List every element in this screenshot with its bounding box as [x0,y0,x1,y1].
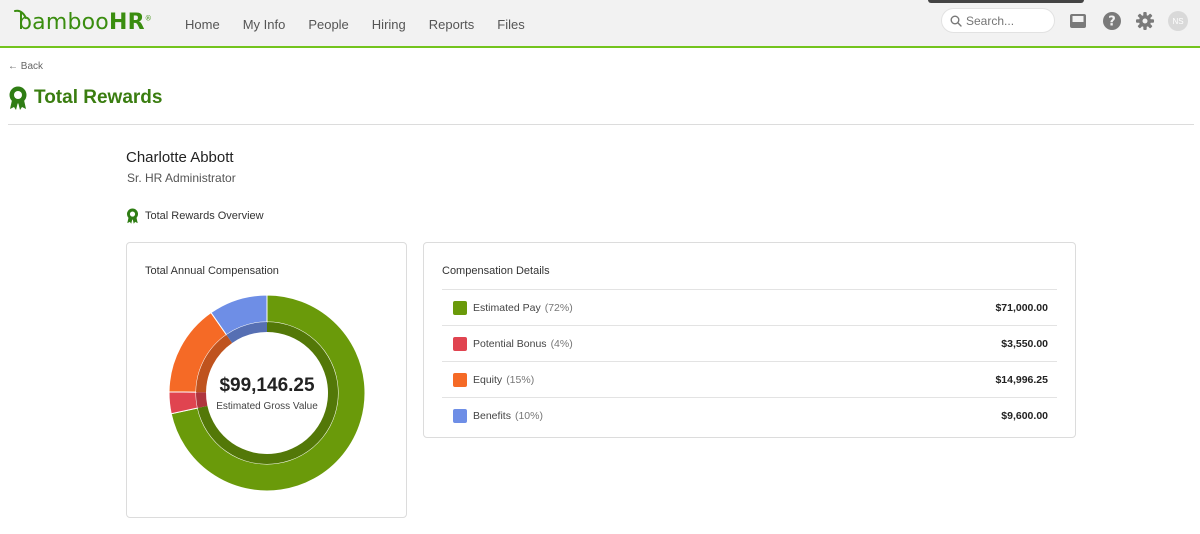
nav-people[interactable]: People [308,17,348,32]
details-list: Estimated Pay (72%) $71,000.00 Potential… [442,289,1057,433]
row-label: Estimated Pay [473,301,541,314]
donut-center: $99,146.25 Estimated Gross Value [167,293,367,493]
header-divider [8,124,1194,125]
gross-value-label: Estimated Gross Value [216,400,318,412]
logo-text: bambooHR® [18,10,152,35]
row-amount: $3,550.00 [1001,337,1048,350]
list-item: Equity (15%) $14,996.25 [442,361,1057,397]
row-amount: $9,600.00 [1001,409,1048,422]
gross-value: $99,146.25 [219,374,315,396]
legend-swatch [453,300,467,315]
nav-hiring[interactable]: Hiring [372,17,406,32]
nav-my-info[interactable]: My Info [243,17,286,32]
top-navigation-bar: bambooHR® Home My Info People Hiring Rep… [0,0,1200,48]
page-title: Total Rewards [34,87,163,108]
search-box[interactable] [941,8,1055,33]
bamboohr-logo[interactable]: bambooHR® [14,9,152,35]
row-label: Equity [473,373,503,386]
compensation-details-card: Compensation Details Estimated Pay (72%)… [423,242,1076,438]
list-item: Benefits (10%) $9,600.00 [442,397,1057,433]
user-avatar[interactable]: NS [1168,11,1188,31]
nav-files[interactable]: Files [497,17,524,32]
row-percent: (10%) [514,409,543,422]
employee-job-title: Sr. HR Administrator [127,171,236,185]
inbox-icon[interactable] [1068,11,1088,31]
section-title: Total Rewards Overview [145,210,264,222]
card-title: Total Annual Compensation [145,265,279,277]
legend-swatch [453,408,467,423]
help-icon[interactable]: ? [1102,11,1122,31]
employee-name: Charlotte Abbott [126,149,234,166]
top-accent-strip [928,0,1084,3]
row-amount: $14,996.25 [995,373,1048,386]
row-percent: (72%) [544,301,573,314]
award-ribbon-icon [9,86,27,110]
row-percent: (4%) [550,337,573,350]
page-header: Total Rewards [8,86,162,110]
nav-home[interactable]: Home [185,17,220,32]
svg-text:?: ? [1108,15,1116,30]
row-percent: (15%) [506,373,535,386]
row-label: Potential Bonus [473,337,547,350]
row-label: Benefits [473,409,511,422]
legend-swatch [453,336,467,351]
search-icon [950,15,962,27]
search-input[interactable] [966,13,1046,28]
legend-swatch [453,372,467,387]
section-heading: Total Rewards Overview [126,208,264,224]
award-ribbon-icon [126,208,139,224]
total-compensation-card: Total Annual Compensation $99,146.25 Est… [126,242,407,518]
list-item: Potential Bonus (4%) $3,550.00 [442,325,1057,361]
settings-gear-icon[interactable] [1135,11,1155,31]
row-amount: $71,000.00 [995,301,1048,314]
list-item: Estimated Pay (72%) $71,000.00 [442,289,1057,325]
back-link[interactable]: ← Back [8,61,43,72]
main-nav: Home My Info People Hiring Reports Files [185,0,548,48]
nav-reports[interactable]: Reports [429,17,475,32]
card-title: Compensation Details [442,265,550,277]
